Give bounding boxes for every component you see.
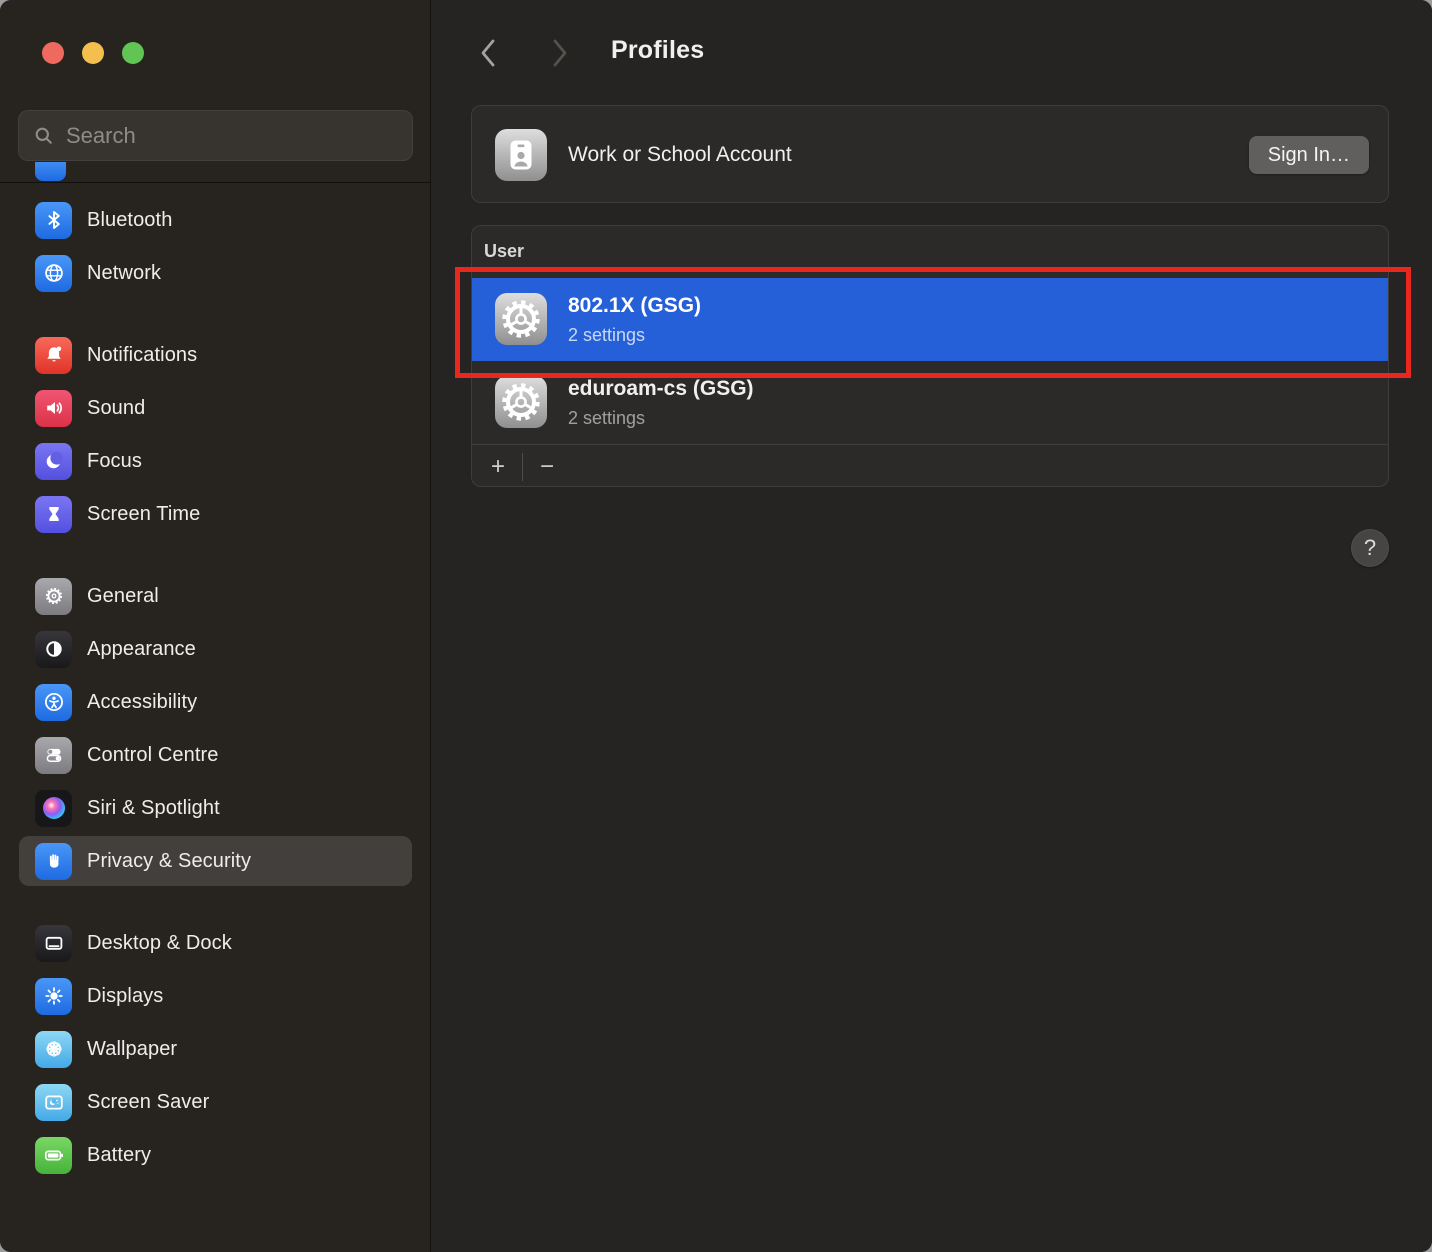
- sidebar-item-accessibility[interactable]: Accessibility: [19, 677, 412, 727]
- sidebar-item-displays[interactable]: Displays: [19, 971, 412, 1021]
- sidebar-item-screen-saver[interactable]: Screen Saver: [19, 1077, 412, 1127]
- flower-icon: [35, 1031, 72, 1068]
- sidebar-item-focus[interactable]: Focus: [19, 436, 412, 486]
- minimize-window-button[interactable]: [82, 42, 104, 64]
- sidebar-item-control-centre[interactable]: Control Centre: [19, 730, 412, 780]
- sidebar-item-label: Desktop & Dock: [87, 932, 232, 955]
- zoom-window-button[interactable]: [122, 42, 144, 64]
- account-card-label: Work or School Account: [568, 106, 792, 204]
- profile-gear-icon: [495, 293, 547, 345]
- sidebar-group-gap: [0, 301, 431, 327]
- sidebar-scroll-divider: [0, 182, 431, 183]
- search-icon: [33, 125, 55, 147]
- sidebar-item-network[interactable]: Network: [19, 248, 412, 298]
- accessibility-figure-icon: [35, 684, 72, 721]
- profile-subtitle: 2 settings: [568, 325, 645, 346]
- sidebar-item-label: Screen Saver: [87, 1091, 209, 1114]
- sidebar-item-label: Bluetooth: [87, 209, 172, 232]
- help-button[interactable]: ?: [1351, 529, 1389, 567]
- footer-divider: [522, 453, 523, 481]
- user-profiles-card: User 802.1X (GSG) 2 settin: [471, 225, 1389, 487]
- profile-gear-icon: [495, 376, 547, 428]
- forward-button[interactable]: [543, 34, 577, 72]
- sidebar-item-label: Privacy & Security: [87, 850, 251, 873]
- bluetooth-icon: [35, 202, 72, 239]
- sidebar: Bluetooth Network: [0, 0, 431, 1252]
- sidebar-item-siri-spotlight[interactable]: Siri & Spotlight: [19, 783, 412, 833]
- profile-subtitle: 2 settings: [568, 408, 645, 429]
- desktop-window-icon: [35, 925, 72, 962]
- sign-in-button[interactable]: Sign In…: [1249, 136, 1369, 174]
- sidebar-item-notifications[interactable]: Notifications: [19, 330, 412, 380]
- work-school-account-card: Work or School Account Sign In…: [471, 105, 1389, 203]
- sidebar-item-appearance[interactable]: Appearance: [19, 624, 412, 674]
- back-button[interactable]: [471, 34, 505, 72]
- speaker-icon: [35, 390, 72, 427]
- profile-row-8021x[interactable]: 802.1X (GSG) 2 settings: [472, 278, 1388, 361]
- sidebar-item-label: Focus: [87, 450, 142, 473]
- sidebar-item-label: Battery: [87, 1144, 151, 1167]
- profile-row-eduroam[interactable]: eduroam-cs (GSG) 2 settings: [472, 361, 1388, 444]
- sidebar-item-label: General: [87, 585, 159, 608]
- sidebar-item-general[interactable]: General: [19, 571, 412, 621]
- profiles-panel: Profiles Work or School Account Sign In……: [431, 0, 1432, 1252]
- sidebar-group-gap: [0, 542, 431, 568]
- sidebar-item-label: Notifications: [87, 344, 197, 367]
- sidebar-item-label: Appearance: [87, 638, 196, 661]
- profile-title: eduroam-cs (GSG): [568, 377, 754, 401]
- sidebar-item-label: Siri & Spotlight: [87, 797, 220, 820]
- wifi-icon-partial: [35, 162, 66, 181]
- sidebar-item-privacy-security[interactable]: Privacy & Security: [19, 836, 412, 886]
- sidebar-item-label: Sound: [87, 397, 145, 420]
- profiles-list-footer: + −: [472, 444, 1388, 487]
- sidebar-item-label: Wallpaper: [87, 1038, 177, 1061]
- user-section-header: User: [484, 241, 524, 262]
- sidebar-item-label: Accessibility: [87, 691, 197, 714]
- sidebar-group-gap: [0, 889, 431, 915]
- account-badge-icon: [495, 129, 547, 181]
- sidebar-item-sound[interactable]: Sound: [19, 383, 412, 433]
- toggles-icon: [35, 737, 72, 774]
- sun-icon: [35, 978, 72, 1015]
- sidebar-item-battery[interactable]: Battery: [19, 1130, 412, 1180]
- window-controls: [42, 42, 144, 64]
- profile-title: 802.1X (GSG): [568, 294, 701, 318]
- sidebar-item-desktop-dock[interactable]: Desktop & Dock: [19, 918, 412, 968]
- sidebar-item-label: Displays: [87, 985, 163, 1008]
- sidebar-item-label: Network: [87, 262, 161, 285]
- screensaver-icon: [35, 1084, 72, 1121]
- search-input[interactable]: [66, 123, 386, 149]
- gear-icon: [35, 578, 72, 615]
- search-field[interactable]: [18, 110, 413, 161]
- hand-icon: [35, 843, 72, 880]
- moon-icon: [35, 443, 72, 480]
- sidebar-list: Bluetooth Network: [0, 192, 431, 1183]
- sidebar-item-label: Screen Time: [87, 503, 200, 526]
- sidebar-item-label: Control Centre: [87, 744, 218, 767]
- battery-icon: [35, 1137, 72, 1174]
- globe-icon: [35, 255, 72, 292]
- system-settings-window: Bluetooth Network: [0, 0, 1432, 1252]
- hourglass-icon: [35, 496, 72, 533]
- siri-orb-icon: [35, 790, 72, 827]
- close-window-button[interactable]: [42, 42, 64, 64]
- sidebar-item-screen-time[interactable]: Screen Time: [19, 489, 412, 539]
- remove-profile-button[interactable]: −: [533, 445, 561, 487]
- appearance-contrast-icon: [35, 631, 72, 668]
- sidebar-item-bluetooth[interactable]: Bluetooth: [19, 195, 412, 245]
- page-title: Profiles: [611, 36, 704, 65]
- bell-icon: [35, 337, 72, 374]
- sidebar-item-wallpaper[interactable]: Wallpaper: [19, 1024, 412, 1074]
- add-profile-button[interactable]: +: [484, 445, 512, 487]
